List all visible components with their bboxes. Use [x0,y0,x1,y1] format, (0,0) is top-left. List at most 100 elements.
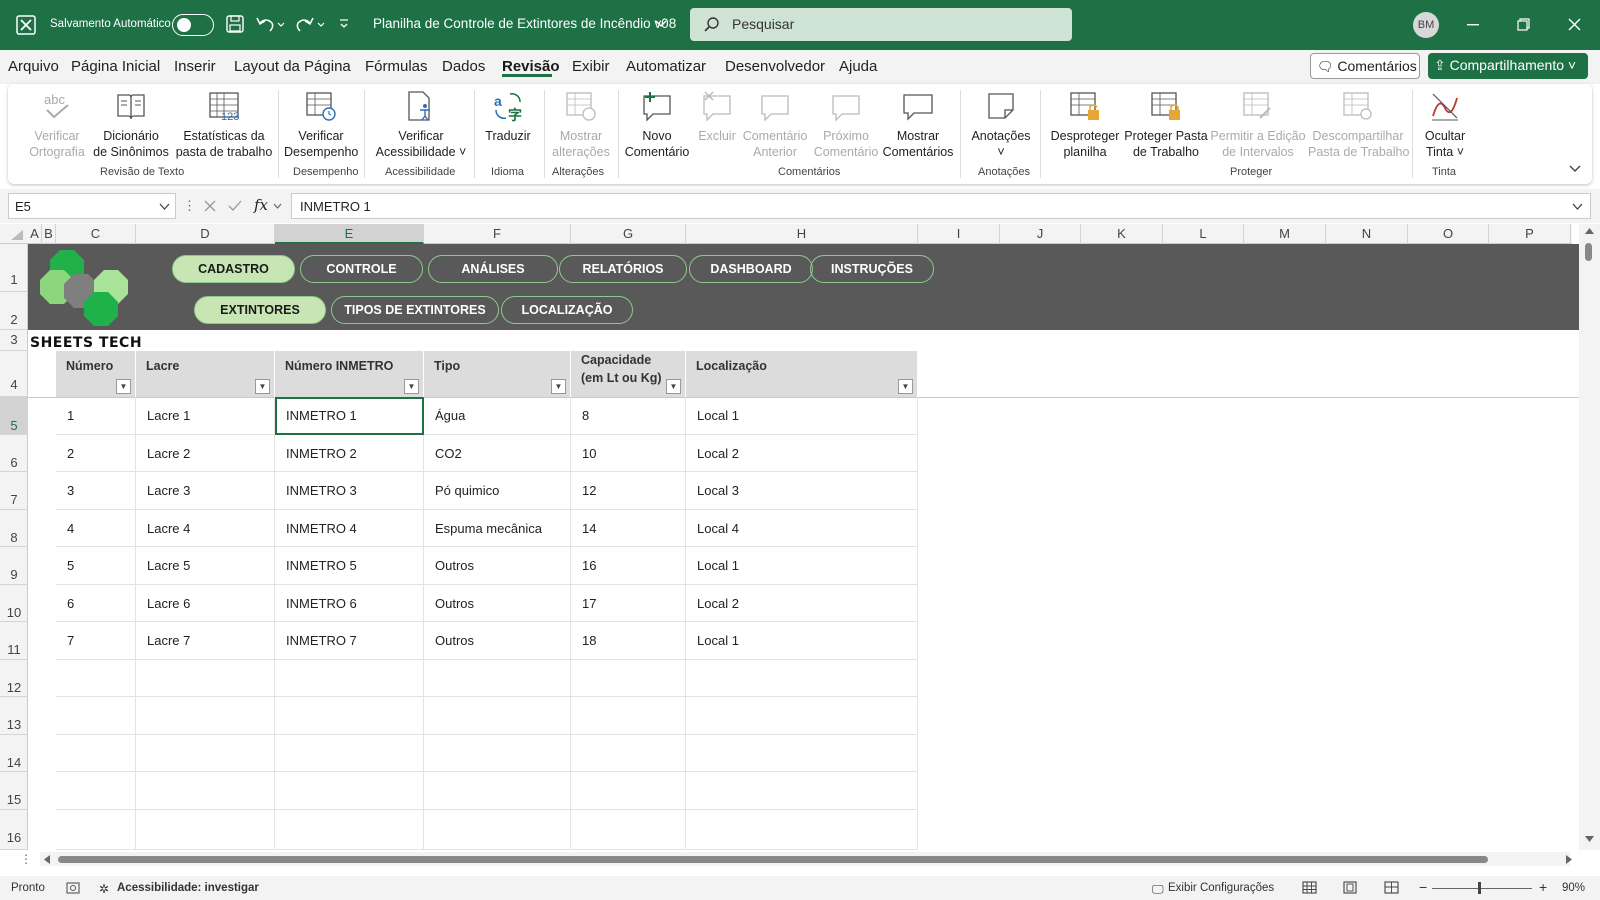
tab-revisao[interactable]: Revisão [502,58,560,75]
next-comment-button[interactable]: Próximo Comentário [812,90,880,160]
row-header-11[interactable]: 11 [0,622,28,660]
macro-record-icon[interactable] [66,882,80,894]
cell-localizacao[interactable]: Local 3 [686,472,918,510]
empty-cell[interactable] [136,697,275,735]
filter-dropdown-icon[interactable]: ▼ [116,379,131,394]
row-header-6[interactable]: 6 [0,435,28,472]
zoom-out-icon[interactable]: − [1419,879,1427,895]
row-header-1[interactable]: 1 [0,244,28,292]
empty-cell[interactable] [686,697,918,735]
nav-relatorios[interactable]: RELATÓRIOS [559,255,687,283]
sheet-options-icon[interactable]: ⋮ [20,852,32,866]
column-header-c[interactable]: C [56,224,136,244]
tab-ajuda[interactable]: Ajuda [839,58,877,75]
collapse-ribbon-icon[interactable] [1569,164,1581,174]
translate-button[interactable]: a字 Traduzir [478,90,538,144]
avatar[interactable]: BM [1413,12,1439,38]
cell-lacre[interactable]: Lacre 4 [136,510,275,547]
cell-numero[interactable]: 6 [56,585,136,622]
delete-comment-button[interactable]: Excluir [694,90,740,144]
allow-edit-ranges-button[interactable]: Permitir a Edição de Intervalos [1208,90,1308,160]
tab-exibir[interactable]: Exibir [572,58,610,75]
empty-cell[interactable] [136,810,275,850]
cell-localizacao[interactable]: Local 1 [686,397,918,435]
cell-numero[interactable]: 5 [56,547,136,585]
column-header-p[interactable]: P [1489,224,1571,244]
empty-cell[interactable] [424,660,571,697]
new-comment-button[interactable]: Novo Comentário [622,90,692,160]
filter-dropdown-icon[interactable]: ▼ [404,379,419,394]
nav-analises[interactable]: ANÁLISES [428,255,558,283]
chevron-down-icon[interactable] [655,19,667,29]
workbook-stats-button[interactable]: 123 Estatísticas da pasta de trabalho [170,90,278,160]
row-header-14[interactable]: 14 [0,735,28,772]
cell-tipo[interactable]: Outros [424,547,571,585]
empty-cell[interactable] [275,735,424,772]
unprotect-sheet-button[interactable]: Desproteger planilha [1044,90,1126,160]
column-header-k[interactable]: K [1081,224,1163,244]
cell-tipo[interactable]: Outros [424,585,571,622]
empty-cell[interactable] [424,810,571,850]
column-header-b[interactable]: B [42,224,56,244]
empty-cell[interactable] [571,735,686,772]
nav-cadastro[interactable]: CADASTRO [172,255,295,283]
empty-cell[interactable] [424,772,571,810]
row-header-16[interactable]: 16 [0,810,28,850]
page-layout-view-icon[interactable] [1343,881,1357,894]
empty-cell[interactable] [424,735,571,772]
zoom-level[interactable]: 90% [1562,882,1585,894]
row-header-3[interactable]: 3 [0,330,28,351]
tab-automatizar[interactable]: Automatizar [626,58,706,75]
cell-inmetro[interactable]: INMETRO 5 [275,547,424,585]
check-performance-button[interactable]: Verificar Desempenho [284,90,358,160]
cell-inmetro[interactable]: INMETRO 7 [275,622,424,660]
empty-cell[interactable] [275,772,424,810]
cell-lacre[interactable]: Lacre 5 [136,547,275,585]
filter-dropdown-icon[interactable]: ▼ [255,379,270,394]
share-button[interactable]: ⇪ Compartilhamento ˅ [1428,53,1588,79]
column-header-e[interactable]: E [275,224,424,244]
accessibility-status[interactable]: Acessibilidade: investigar [117,882,259,894]
empty-cell[interactable] [136,660,275,697]
tab-layout[interactable]: Layout da Página [234,58,351,75]
empty-cell[interactable] [571,697,686,735]
nav-dashboard[interactable]: DASHBOARD [689,255,813,283]
tab-arquivo[interactable]: Arquivo [8,58,59,75]
empty-cell[interactable] [56,660,136,697]
column-header-d[interactable]: D [136,224,275,244]
empty-cell[interactable] [275,660,424,697]
empty-cell[interactable] [686,772,918,810]
empty-cell[interactable] [56,697,136,735]
tab-inserir[interactable]: Inserir [174,58,216,75]
show-changes-button[interactable]: Mostrar alterações [548,90,614,160]
cell-capacidade[interactable]: 14 [571,510,686,547]
zoom-in-icon[interactable]: + [1539,879,1547,895]
enter-icon[interactable] [228,200,242,212]
tab-dados[interactable]: Dados [442,58,485,75]
cell-localizacao[interactable]: Local 1 [686,547,918,585]
vertical-scroll-thumb[interactable] [1585,243,1592,261]
previous-comment-button[interactable]: Comentário Anterior [740,90,810,160]
filter-dropdown-icon[interactable]: ▼ [551,379,566,394]
empty-cell[interactable] [56,772,136,810]
cell-localizacao[interactable]: Local 4 [686,510,918,547]
check-accessibility-button[interactable]: Verificar Acessibilidade ˅ [372,90,470,160]
cell-tipo[interactable]: Outros [424,622,571,660]
column-header-g[interactable]: G [571,224,686,244]
selected-cell-e5[interactable]: INMETRO 1 [275,397,424,435]
display-settings[interactable]: Exibir Configurações [1168,882,1274,894]
cell-capacidade[interactable]: 10 [571,435,686,472]
tab-formulas[interactable]: Fórmulas [365,58,428,75]
column-header-f[interactable]: F [424,224,571,244]
cell-tipo[interactable]: Pó quimico [424,472,571,510]
scroll-left-icon[interactable] [44,855,50,864]
cell-lacre[interactable]: Lacre 7 [136,622,275,660]
cell-localizacao[interactable]: Local 1 [686,622,918,660]
row-header-8[interactable]: 8 [0,510,28,547]
tab-desenvolvedor[interactable]: Desenvolvedor [725,58,825,75]
cell-capacidade[interactable]: 18 [571,622,686,660]
select-all-icon[interactable] [10,229,24,241]
restore-icon[interactable] [1517,18,1530,31]
column-header-a[interactable]: A [28,224,42,244]
hide-ink-button[interactable]: Ocultar Tinta ˅ [1418,90,1472,160]
